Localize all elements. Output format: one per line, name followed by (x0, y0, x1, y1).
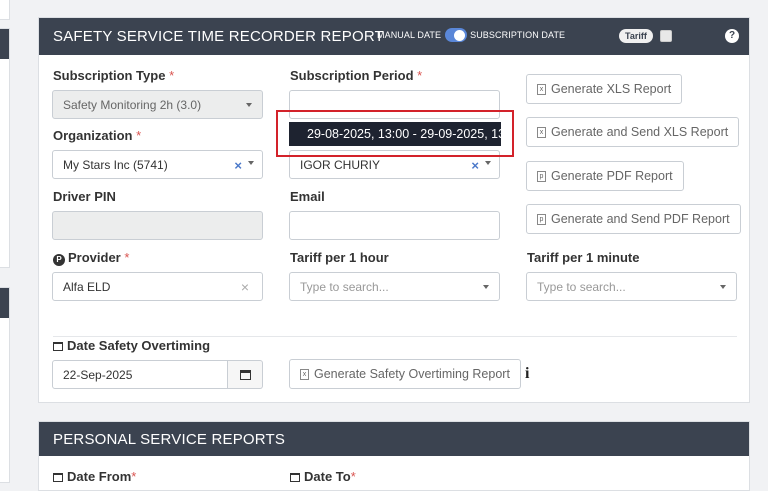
organization-select[interactable]: My Stars Inc (5741) × (52, 150, 263, 179)
tariff-minute-select[interactable]: Type to search... (526, 272, 737, 301)
calendar-icon (53, 342, 63, 351)
pdf-file-icon: p (537, 213, 546, 225)
date-mode-switch[interactable] (445, 28, 468, 42)
help-icon[interactable]: ? (725, 29, 739, 43)
chevron-down-icon (720, 285, 726, 289)
subscription-date-label: SUBSCRIPTION DATE (470, 30, 566, 40)
driver-pin-label: Driver PIN (53, 189, 116, 204)
driver-pin-input[interactable] (52, 211, 263, 240)
personal-panel-header: PERSONAL SERVICE REPORTS (39, 422, 749, 456)
email-label: Email (290, 189, 325, 204)
provider-select[interactable]: Alfa ELD × (52, 272, 263, 301)
tariff-hour-label: Tariff per 1 hour (290, 250, 389, 265)
organization-label: Organization * (53, 128, 142, 143)
clear-icon[interactable]: × (241, 279, 249, 295)
pdf-file-icon: p (537, 170, 546, 182)
chevron-down-icon (248, 161, 254, 165)
sidebar-card-1 (0, 0, 10, 20)
provider-label: P Provider * (53, 250, 129, 266)
tariff-hour-select[interactable]: Type to search... (289, 272, 500, 301)
manual-date-label: MANUAL DATE (377, 30, 442, 40)
date-overtiming-input[interactable]: 22-Sep-2025 (52, 360, 228, 389)
email-input[interactable] (289, 211, 500, 240)
left-sidebar-edge (0, 0, 12, 483)
date-from-label: Date From* (53, 469, 136, 484)
info-icon[interactable]: i (525, 365, 529, 383)
generate-overtiming-button[interactable]: x Generate Safety Overtiming Report (289, 359, 521, 389)
generate-send-pdf-button[interactable]: p Generate and Send PDF Report (526, 204, 741, 234)
generate-send-xls-button[interactable]: x Generate and Send XLS Report (526, 117, 740, 147)
divider (53, 336, 737, 337)
sidebar-card-2 (0, 28, 10, 268)
subscription-type-label: Subscription Type * (53, 68, 175, 83)
provider-icon: P (53, 254, 65, 266)
calendar-button[interactable] (228, 360, 263, 389)
generate-xls-button[interactable]: x Generate XLS Report (526, 74, 683, 104)
tariff-badge: Tariff (619, 29, 653, 43)
date-mode-toggle: MANUAL DATE SUBSCRIPTION DATE (377, 28, 565, 42)
generate-pdf-button[interactable]: p Generate PDF Report (526, 161, 684, 191)
xls-file-icon: x (300, 368, 309, 380)
date-overtiming-label: Date Safety Overtiming (53, 338, 210, 353)
subscription-period-label: Subscription Period * (290, 68, 423, 83)
date-to-label: Date To* (290, 469, 356, 484)
highlight-box (276, 110, 514, 157)
chevron-down-icon (246, 103, 252, 107)
tariff-checkbox[interactable] (660, 30, 672, 42)
calendar-icon (239, 369, 251, 380)
panel-title: SAFETY SERVICE TIME RECORDER REPORT (53, 28, 384, 45)
xls-file-icon: x (537, 83, 546, 95)
sidebar-card-3 (0, 287, 10, 483)
clear-icon[interactable]: × (471, 158, 479, 173)
subscription-type-select[interactable]: Safety Monitoring 2h (3.0) (52, 90, 263, 119)
tariff-minute-label: Tariff per 1 minute (527, 250, 640, 265)
clear-icon[interactable]: × (234, 158, 242, 173)
personal-panel-title: PERSONAL SERVICE REPORTS (53, 430, 286, 448)
chevron-down-icon (483, 285, 489, 289)
panel-header: SAFETY SERVICE TIME RECORDER REPORT MANU… (39, 18, 749, 55)
xls-file-icon: x (537, 126, 546, 138)
chevron-down-icon (485, 161, 491, 165)
safety-report-panel: SAFETY SERVICE TIME RECORDER REPORT MANU… (38, 17, 750, 403)
